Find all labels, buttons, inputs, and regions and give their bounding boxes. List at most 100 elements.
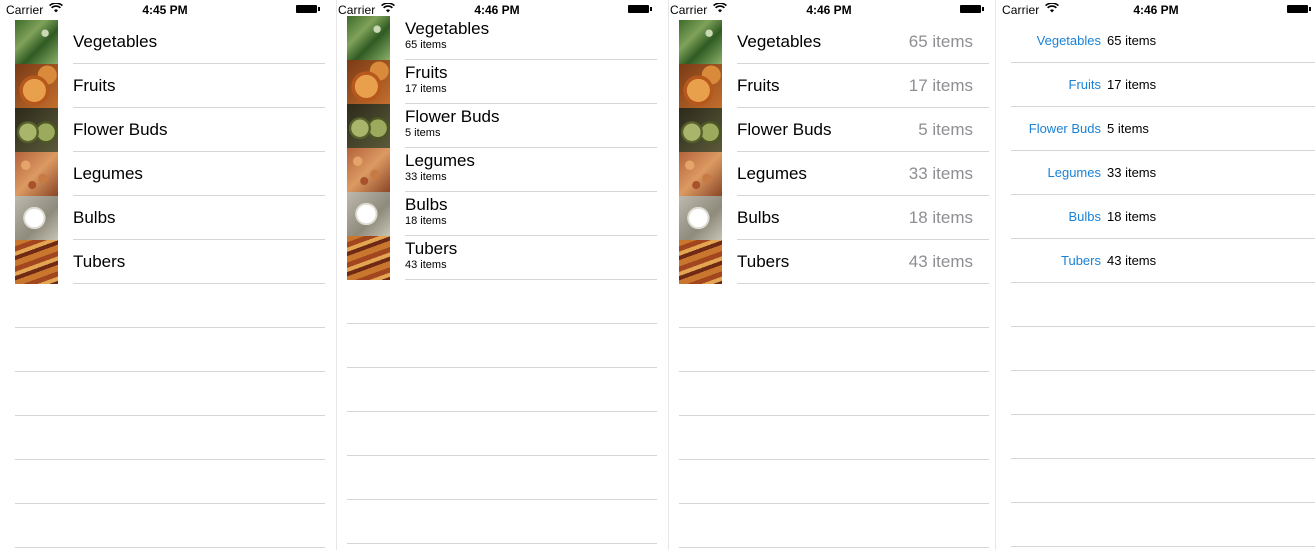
row-title: Fruits [73, 76, 116, 95]
table-row[interactable]: Legumes [5, 152, 325, 196]
row-label: Tubers [1061, 253, 1101, 268]
row-separator [15, 547, 325, 548]
empty-row [5, 328, 325, 372]
row-detail: 17 items [1107, 77, 1157, 92]
bulbs-thumbnail [679, 196, 722, 240]
table-row[interactable]: Bulbs 18 items [337, 192, 657, 236]
row-label: Vegetables [1036, 33, 1101, 48]
row-detail: 5 items [1107, 121, 1149, 136]
table-row[interactable]: Flower Buds 5 items [669, 108, 989, 152]
table-row[interactable]: Vegetables 65 items [996, 19, 1315, 63]
table-row[interactable]: Tubers [5, 240, 325, 284]
battery-icon [960, 5, 984, 13]
row-detail: 65 items [908, 32, 973, 51]
category-table: Vegetables 65 items Fruits 17 items Flower… [337, 16, 657, 544]
status-bar: Carrier 4:46 PM [996, 0, 1315, 18]
status-time: 4:46 PM [1133, 3, 1179, 17]
row-label: Flower Buds [1028, 121, 1101, 136]
table-row[interactable]: Fruits [5, 64, 325, 108]
vegetables-thumbnail [347, 16, 390, 60]
table-row[interactable]: Legumes 33 items [669, 152, 989, 196]
table-row[interactable]: Vegetables [5, 20, 325, 64]
row-title: Tubers [737, 252, 790, 271]
row-separator [347, 543, 657, 544]
empty-row [5, 372, 325, 416]
empty-row [337, 280, 657, 324]
row-detail: 65 items [1107, 33, 1157, 48]
table-row[interactable]: Vegetables 65 items [669, 20, 989, 64]
empty-row [337, 324, 657, 368]
empty-row [996, 283, 1315, 327]
category-table: Vegetables 65 items Fruits 17 items Flower… [996, 19, 1315, 547]
empty-row [669, 504, 989, 548]
empty-row [337, 412, 657, 456]
row-title: Tubers [405, 239, 458, 258]
empty-row [337, 456, 657, 500]
phone-value1-style: Carrier 4:46 PM Vegetables 65 items Fruit… [668, 0, 989, 550]
row-label: Bulbs [1068, 209, 1101, 224]
row-title: Bulbs [405, 195, 448, 214]
row-subtitle: 17 items [405, 83, 447, 95]
table-row[interactable]: Legumes 33 items [996, 151, 1315, 195]
fruits-thumbnail [679, 64, 722, 108]
row-title: Fruits [737, 76, 780, 95]
table-row[interactable]: Flower Buds [5, 108, 325, 152]
table-row[interactable]: Bulbs 18 items [669, 196, 989, 240]
table-row[interactable]: Fruits 17 items [996, 63, 1315, 107]
row-title: Legumes [405, 151, 475, 170]
row-subtitle: 5 items [405, 127, 441, 139]
table-row[interactable]: Tubers 43 items [337, 236, 657, 280]
row-detail: 17 items [908, 76, 973, 95]
table-row[interactable]: Flower Buds 5 items [996, 107, 1315, 151]
empty-row [669, 372, 989, 416]
row-detail: 43 items [908, 252, 973, 271]
empty-row [669, 328, 989, 372]
category-table: Vegetables 65 items Fruits 17 items Flower… [669, 20, 989, 548]
row-subtitle: 43 items [405, 259, 447, 271]
row-separator [679, 547, 989, 548]
battery-icon [296, 5, 320, 13]
row-label: Fruits [1068, 77, 1102, 92]
table-row[interactable]: Fruits 17 items [337, 60, 657, 104]
phone-value2-style: Carrier 4:46 PM Vegetables 65 items Fruit… [995, 0, 1315, 550]
phone-subtitle-style: Carrier 4:46 PM Vegetables 65 items Fruit… [336, 0, 657, 550]
row-title: Bulbs [737, 208, 780, 227]
legumes-thumbnail [679, 152, 722, 196]
fruits-thumbnail [15, 64, 58, 108]
empty-row [669, 416, 989, 460]
empty-row [5, 416, 325, 460]
empty-row [996, 371, 1315, 415]
bulbs-thumbnail [347, 192, 390, 236]
status-time: 4:46 PM [474, 3, 520, 17]
row-title: Flower Buds [73, 120, 168, 139]
row-separator [1011, 546, 1315, 547]
table-row[interactable]: Bulbs [5, 196, 325, 240]
table-row[interactable]: Vegetables 65 items [337, 16, 657, 60]
row-label: Legumes [1047, 165, 1101, 180]
empty-row [5, 284, 325, 328]
row-subtitle: 33 items [405, 171, 447, 183]
row-title: Vegetables [405, 19, 490, 38]
empty-row [996, 415, 1315, 459]
empty-row [669, 460, 989, 504]
vegetables-thumbnail [679, 20, 722, 64]
table-row[interactable]: Legumes 33 items [337, 148, 657, 192]
row-subtitle: 65 items [405, 39, 447, 51]
tubers-thumbnail [15, 240, 58, 284]
empty-row [996, 503, 1315, 547]
row-detail: 33 items [1107, 165, 1157, 180]
table-row[interactable]: Tubers 43 items [669, 240, 989, 284]
row-title: Flower Buds [405, 107, 500, 126]
legumes-thumbnail [347, 148, 390, 192]
vegetables-thumbnail [15, 20, 58, 64]
table-row[interactable]: Bulbs 18 items [996, 195, 1315, 239]
battery-icon [1287, 5, 1311, 13]
empty-row [337, 368, 657, 412]
table-row[interactable]: Flower Buds 5 items [337, 104, 657, 148]
table-row[interactable]: Fruits 17 items [669, 64, 989, 108]
legumes-thumbnail [15, 152, 58, 196]
row-detail: 18 items [1107, 209, 1157, 224]
flower-buds-thumbnail [679, 108, 722, 152]
empty-row [669, 284, 989, 328]
table-row[interactable]: Tubers 43 items [996, 239, 1315, 283]
